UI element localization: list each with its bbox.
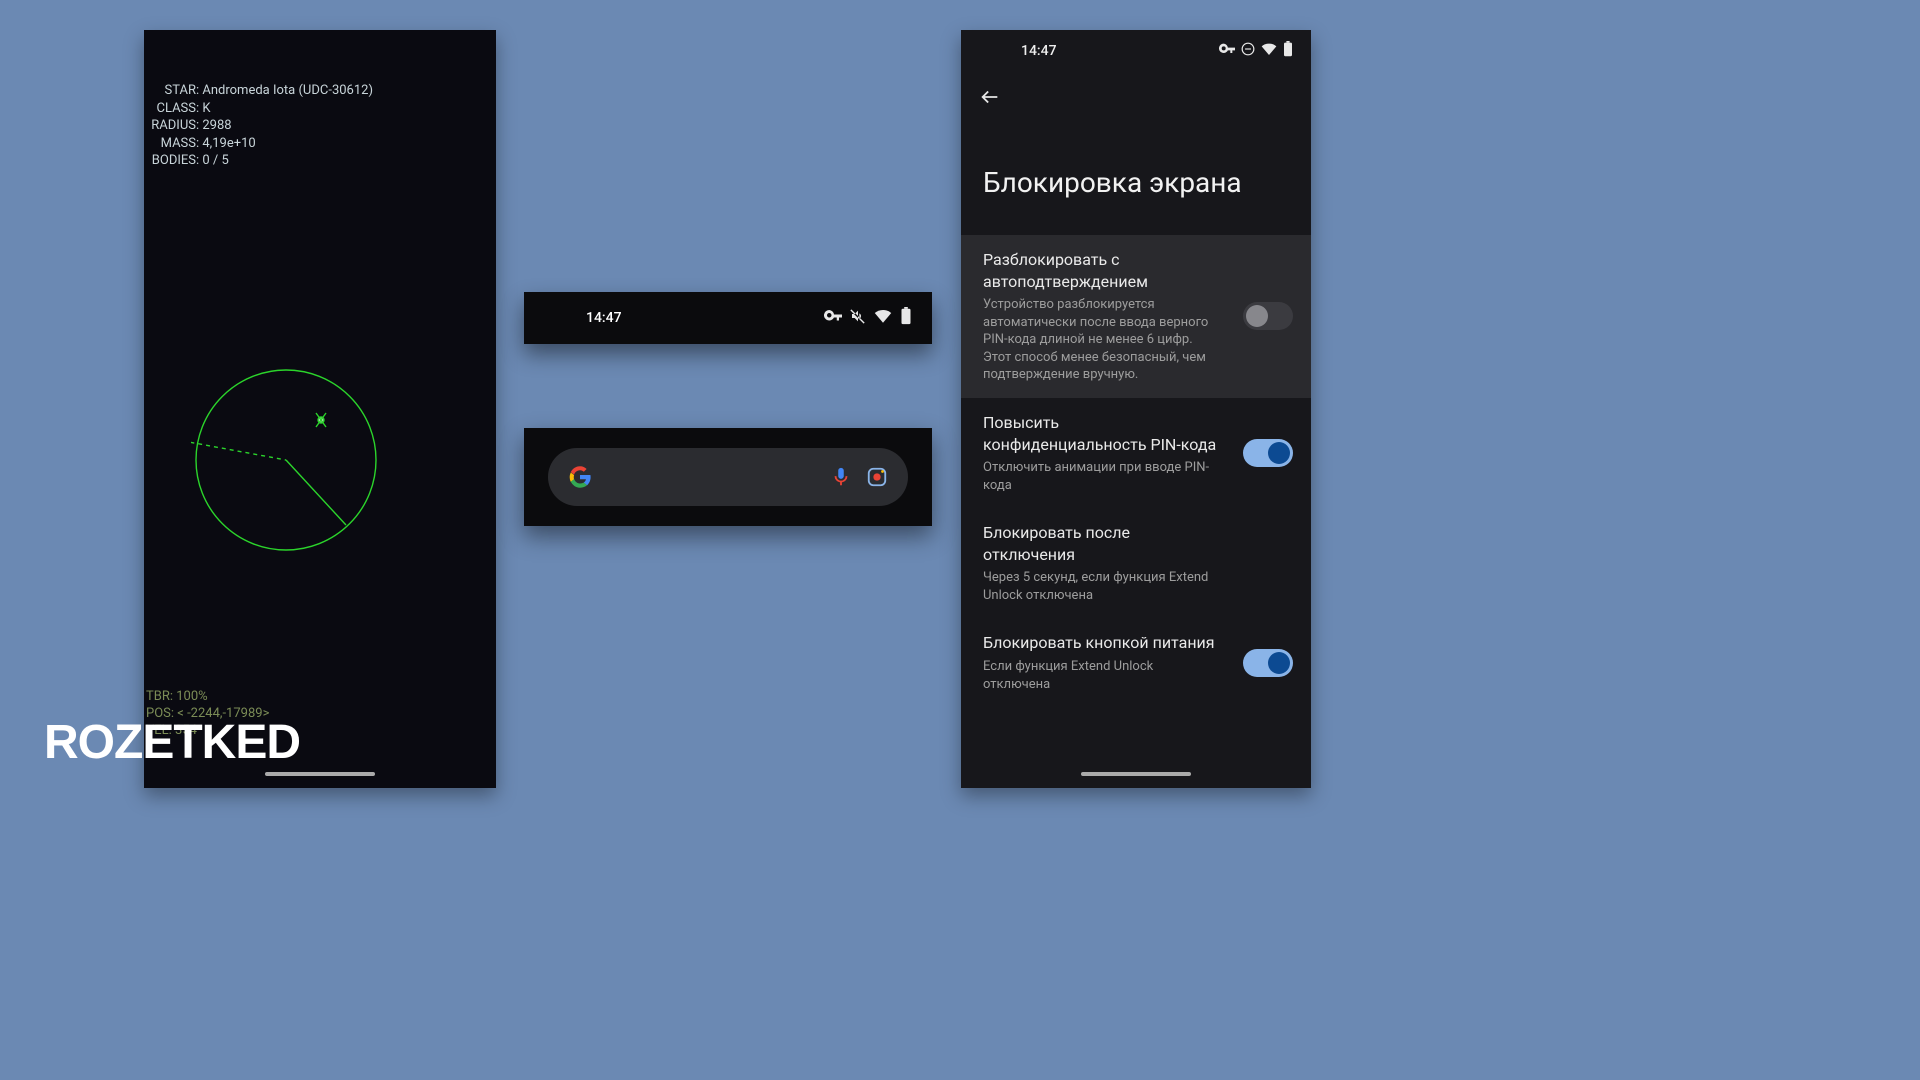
star-info-block: STAR: Andromeda Iota (UDC-30612) CLASS: … [144,82,496,170]
mic-icon[interactable] [830,466,852,488]
search-pill[interactable] [548,448,908,506]
back-button[interactable] [961,72,1311,112]
vpn-key-icon [1219,43,1235,59]
setting-auto-confirm-unlock[interactable]: Разблокировать с автоподтверждением Устр… [961,235,1311,398]
searchbar-fragment [524,428,932,526]
setting-sub: Через 5 секунд, если функция Extend Unlo… [983,569,1289,604]
setting-pin-privacy[interactable]: Повысить конфиденциальность PIN-кода Отк… [961,398,1311,508]
setting-lock-after-screen-off[interactable]: Блокировать после отключения Через 5 сек… [961,508,1311,618]
setting-sub: Отключить анимации при вводе PIN-кода [983,459,1289,494]
page-title: Блокировка экрана [961,112,1311,235]
star-row-star: STAR: Andromeda Iota (UDC-30612) [144,82,496,100]
setting-sub: Устройство разблокируется автоматически … [983,296,1289,384]
arrow-left-icon [979,86,1001,108]
toggle-auto-confirm[interactable] [1243,302,1293,330]
google-g-icon [568,465,592,489]
terminal-phone-mock: STAR: Andromeda Iota (UDC-30612) CLASS: … [144,30,496,788]
star-row-radius: RADIUS: 2988 [144,117,496,135]
setting-power-button-lock[interactable]: Блокировать кнопкой питания Если функция… [961,618,1311,707]
orbit-graphic [191,365,381,555]
telemetry-tbr: TBR: 100% [144,689,496,706]
lens-icon[interactable] [866,466,888,488]
volume-off-icon [850,308,866,328]
watermark: ROZETKED [44,715,300,770]
status-icons [1219,41,1293,61]
setting-title: Блокировать кнопкой питания [983,632,1289,654]
toggle-pin-privacy[interactable] [1243,439,1293,467]
status-time: 14:47 [586,310,622,326]
setting-title: Блокировать после отключения [983,522,1289,565]
status-icons [824,307,912,329]
battery-icon [1283,41,1293,61]
wifi-icon [1261,43,1277,59]
setting-title: Разблокировать с автоподтверждением [983,249,1289,292]
nav-handle[interactable] [265,772,375,776]
star-row-bodies: BODIES: 0 / 5 [144,152,496,170]
wifi-icon [874,309,892,327]
star-row-mass: MASS: 4,19e+10 [144,135,496,153]
statusbar: 14:47 [961,30,1311,72]
settings-phone-mock: 14:47 Блокировка экрана Разблокировать с… [961,30,1311,788]
nav-handle[interactable] [1081,772,1191,776]
statusbar-fragment: 14:47 [524,292,932,344]
battery-icon [900,307,912,329]
toggle-power-button-lock[interactable] [1243,649,1293,677]
status-time: 14:47 [1021,43,1057,59]
vpn-key-icon [824,310,842,326]
star-row-class: CLASS: K [144,100,496,118]
dnd-icon [1241,42,1255,60]
